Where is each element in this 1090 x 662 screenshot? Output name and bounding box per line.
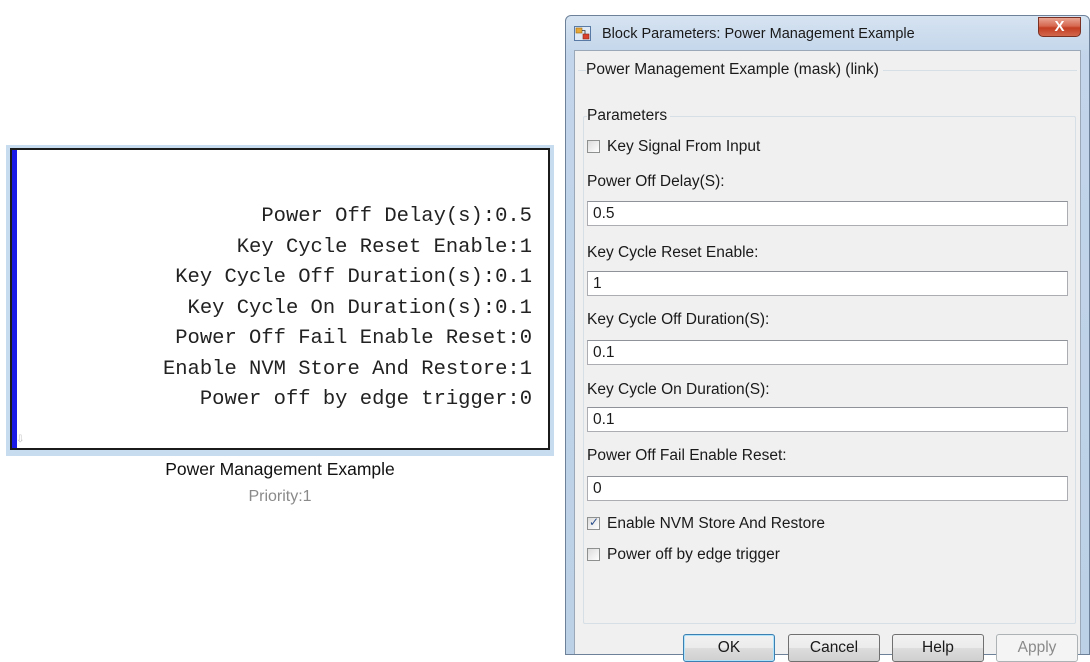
block-name-label[interactable]: Power Management Example: [10, 458, 550, 480]
enable-nvm-checkbox[interactable]: ✓: [587, 515, 600, 530]
simulink-app-icon: [574, 26, 591, 41]
checkmark-icon: ✓: [588, 515, 600, 529]
block-line-power-off-delay: Power Off Delay(s):0.5: [261, 205, 532, 228]
key-cycle-off-field[interactable]: 0.1: [587, 340, 1068, 365]
key-cycle-on-label: Key Cycle On Duration(S):: [587, 381, 770, 398]
power-off-fail-field[interactable]: 0: [587, 476, 1068, 501]
dialog-title-bar[interactable]: Block Parameters: Power Management Examp…: [566, 16, 1089, 50]
edge-trigger-label: Power off by edge trigger: [607, 546, 780, 563]
apply-button[interactable]: Apply: [996, 634, 1078, 662]
block-mask-display: Power Off Delay(s):0.5 Key Cycle Reset E…: [163, 202, 532, 416]
block-line-edge-trigger: Power off by edge trigger:0: [199, 388, 532, 411]
key-signal-checkbox[interactable]: [587, 140, 600, 153]
block-line-key-cycle-on: Key Cycle On Duration(s):0.1: [187, 296, 532, 320]
key-signal-checkbox-row[interactable]: Key Signal From Input: [587, 137, 760, 157]
link-arrow-icon: ⇩: [16, 434, 25, 445]
power-off-delay-label: Power Off Delay(S):: [587, 173, 725, 190]
key-cycle-off-label: Key Cycle Off Duration(S):: [587, 311, 770, 328]
edge-trigger-checkbox[interactable]: [587, 548, 600, 561]
dialog-title: Block Parameters: Power Management Examp…: [602, 26, 915, 42]
parameters-label: Parameters: [587, 106, 671, 126]
power-off-fail-label: Power Off Fail Enable Reset:: [587, 447, 787, 464]
help-button[interactable]: Help: [892, 634, 984, 662]
key-signal-label: Key Signal From Input: [607, 138, 761, 155]
block-line-power-off-fail: Power Off Fail Enable Reset:0: [175, 327, 532, 350]
close-button[interactable]: X: [1038, 17, 1081, 37]
enable-nvm-checkbox-row[interactable]: ✓ Enable NVM Store And Restore: [587, 514, 825, 534]
block-line-enable-nvm: Enable NVM Store And Restore:1: [162, 357, 532, 381]
key-cycle-on-field[interactable]: 0.1: [587, 407, 1068, 432]
block-parameters-dialog: Block Parameters: Power Management Examp…: [565, 15, 1090, 662]
close-icon: X: [1054, 18, 1065, 35]
enable-nvm-label: Enable NVM Store And Restore: [607, 515, 825, 532]
power-management-block[interactable]: Power Off Delay(s):0.5 Key Cycle Reset E…: [10, 148, 550, 450]
key-cycle-reset-field[interactable]: 1: [587, 271, 1068, 296]
key-cycle-reset-label: Key Cycle Reset Enable:: [587, 244, 759, 261]
ok-button[interactable]: OK: [683, 634, 775, 662]
dialog-client-area: Power Management Example (mask) (link) P…: [574, 50, 1081, 662]
block-line-key-cycle-reset: Key Cycle Reset Enable:1: [236, 235, 532, 259]
power-off-delay-field[interactable]: 0.5: [587, 201, 1068, 226]
block-priority-label: Priority:1: [248, 488, 312, 505]
cancel-button[interactable]: Cancel: [788, 634, 880, 662]
mask-description-label: Power Management Example (mask) (link): [586, 60, 883, 80]
block-input-port: [12, 150, 17, 448]
block-line-key-cycle-off: Key Cycle Off Duration(s):0.1: [175, 266, 532, 289]
edge-trigger-checkbox-row[interactable]: Power off by edge trigger: [587, 545, 780, 565]
